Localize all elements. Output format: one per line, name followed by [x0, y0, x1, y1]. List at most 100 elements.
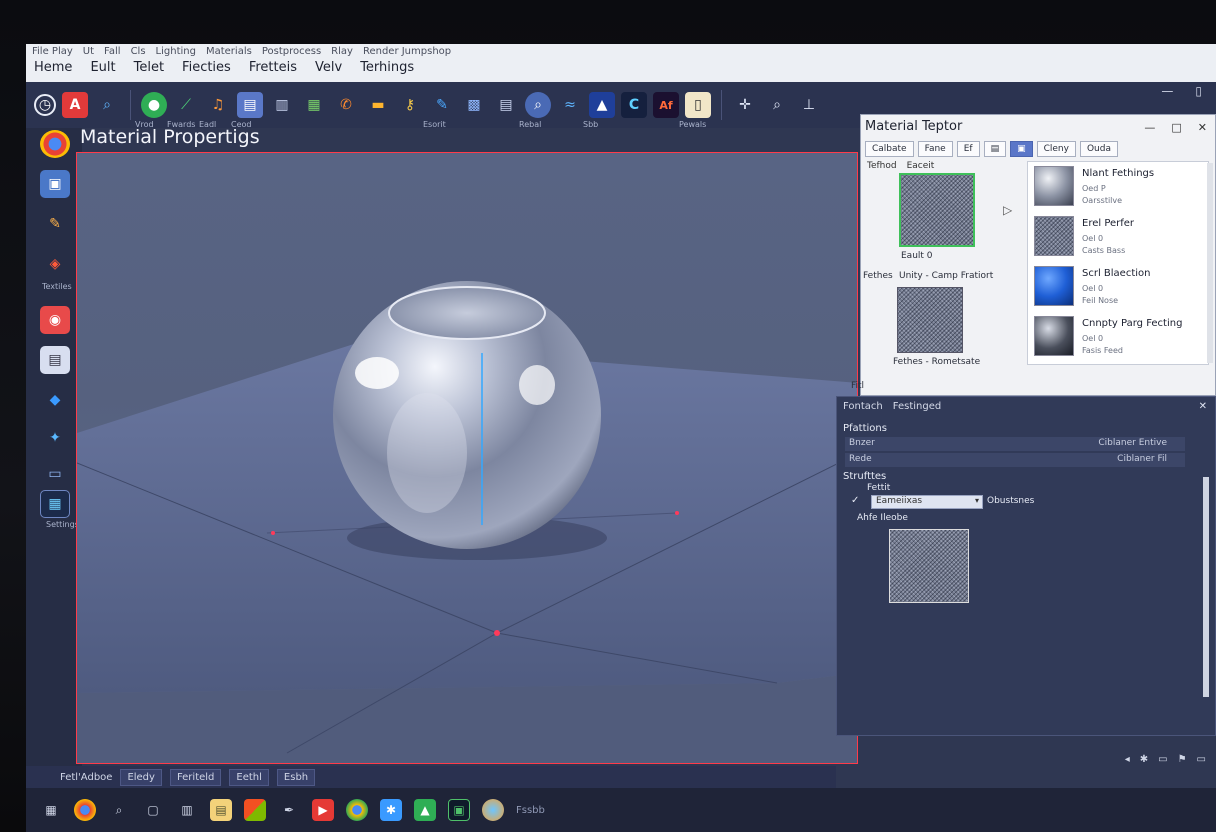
menu-item-view[interactable]: Velv [315, 60, 342, 75]
minimize-icon[interactable]: — [1144, 121, 1155, 134]
flag-icon[interactable]: ◆ [40, 386, 70, 414]
tools-icon[interactable]: ✦ [40, 424, 70, 452]
tray-icon[interactable]: ▭ [1158, 754, 1167, 765]
sphere-mode-button[interactable]: ▣ [1010, 141, 1033, 157]
3d-viewport[interactable] [76, 152, 858, 764]
monitor-icon[interactable]: ▣ [40, 170, 70, 198]
browser-icon[interactable] [40, 130, 70, 158]
clean-button[interactable]: Cleny [1036, 141, 1076, 157]
tab-edit[interactable]: Eaceit [907, 161, 935, 171]
close-icon[interactable]: ✕ [1199, 401, 1207, 412]
brush-icon[interactable]: ✎ Esorit [423, 92, 455, 129]
zoom-icon[interactable]: ⌕ Rebal [519, 92, 551, 129]
terrain-icon[interactable]: ▲ Sbb [583, 92, 615, 129]
material-list-scrollbar[interactable] [1207, 163, 1213, 363]
menu-item-select[interactable]: Telet [134, 60, 164, 75]
key-icon[interactable]: ⚷ [397, 92, 423, 118]
photos-app-icon[interactable]: ▲ [414, 799, 436, 821]
menu-top-item[interactable]: Fall [104, 46, 121, 57]
move-icon[interactable]: ✛ [732, 92, 758, 118]
effects-app-icon[interactable]: Af [653, 92, 679, 118]
calibrate-button[interactable]: Calbate [865, 141, 914, 157]
play-arrow-icon[interactable]: ▷ [1003, 203, 1012, 217]
menu-item-settings[interactable]: Terhings [360, 60, 414, 75]
menu-item-presets[interactable]: Fretteis [249, 60, 297, 75]
menu-top-item[interactable]: Ut [83, 46, 94, 57]
texture-preview[interactable] [889, 529, 969, 603]
list-item[interactable]: Erel Perfer Oel 0 Casts Bass [1034, 216, 1204, 262]
section-header[interactable]: Pfattions [843, 423, 887, 434]
maximize-icon[interactable]: □ [1171, 121, 1181, 134]
palette-icon[interactable]: ▦ [301, 92, 327, 118]
globe-app-icon[interactable] [482, 799, 504, 821]
fane-button[interactable]: Fane [917, 141, 953, 157]
list-item[interactable]: Nlant Fethings Oed P Oarsstilve [1034, 166, 1204, 212]
tray-icon[interactable]: ⚑ [1178, 754, 1187, 765]
notes-icon[interactable]: ▤ [40, 346, 70, 374]
texture-dropdown[interactable]: Eameiixas ▾ [871, 495, 983, 509]
tab-settings[interactable]: Festinged [893, 401, 941, 412]
phone-icon[interactable]: ✆ [333, 92, 359, 118]
list-item[interactable]: Cnnpty Parg Fecting Oel 0 Fasis Feed [1034, 316, 1204, 362]
tray-icon[interactable]: ▭ [1197, 754, 1206, 765]
c-app-icon[interactable]: C [621, 92, 647, 118]
camera-icon[interactable]: ◉ [40, 306, 70, 334]
tab-method[interactable]: Tefhod [867, 161, 897, 171]
close-icon[interactable]: ✕ [1198, 121, 1207, 134]
property-row[interactable]: Rede Ciblaner Fil [845, 453, 1185, 467]
status-tab[interactable]: Eethl [229, 768, 269, 786]
status-tab[interactable]: Eledy [120, 768, 162, 786]
file-icon[interactable]: ▥ [269, 92, 295, 118]
minimize-icon[interactable]: — [1161, 84, 1173, 98]
texture-section-header[interactable]: Ahfe Ileobe [857, 513, 908, 523]
menu-top-item[interactable]: Lighting [156, 46, 196, 57]
pen-app-icon[interactable]: ✒ [278, 799, 300, 821]
ef-button[interactable]: Ef [956, 141, 980, 157]
pencil-icon[interactable]: ✎ [40, 210, 70, 238]
select-tool-icon[interactable]: ● Vrod [135, 92, 167, 129]
document-icon[interactable]: ▤ Ceod [231, 92, 263, 129]
menu-top-item[interactable]: Materials [206, 46, 252, 57]
settings-app-icon[interactable]: ✱ [380, 799, 402, 821]
menu-top-item[interactable]: Cls [131, 46, 146, 57]
search-icon[interactable]: ⌕ [108, 799, 130, 821]
pin-icon[interactable]: ⊥ [796, 92, 822, 118]
chrome-icon[interactable] [346, 799, 368, 821]
grid-icon[interactable]: ▩ [461, 92, 487, 118]
tab-contact[interactable]: Fontach [843, 401, 883, 412]
menu-top-item[interactable]: Rlay [331, 46, 353, 57]
widgets-icon[interactable]: ▥ [176, 799, 198, 821]
search-icon[interactable]: ⌕ [94, 92, 120, 118]
paint-bucket-icon[interactable]: ◈ [40, 250, 70, 278]
section-header[interactable]: Strufttes [843, 471, 886, 482]
menu-item-home[interactable]: Heme [34, 60, 72, 75]
browser-icon[interactable] [74, 799, 96, 821]
checkbox-check-icon[interactable]: ✓ [851, 495, 859, 506]
status-tab[interactable]: Esbh [276, 768, 316, 786]
clock-icon[interactable]: ◷ [34, 94, 56, 116]
notes-app-icon[interactable]: ▤ [210, 799, 232, 821]
tray-icon[interactable]: ✱ [1140, 754, 1148, 765]
folder-icon[interactable]: ▬ [365, 92, 391, 118]
texture-map-thumbnail[interactable] [897, 287, 963, 353]
store-icon[interactable] [244, 799, 266, 821]
menu-top-item[interactable]: Postprocess [262, 46, 321, 57]
zoom-view-icon[interactable]: ⌕ [764, 92, 790, 118]
tray-icon[interactable]: ◂ [1125, 754, 1130, 765]
page-icon[interactable]: ▯ Pewals [679, 92, 711, 129]
status-tab[interactable]: Feriteld [169, 768, 222, 786]
start-icon[interactable]: ▦ [40, 799, 62, 821]
menu-item-effects[interactable]: Fiecties [182, 60, 231, 75]
settings-panel-icon[interactable]: ▦ [40, 490, 70, 518]
menu-top-item[interactable]: Render Jumpshop [363, 46, 451, 57]
waveform-icon[interactable]: ≈ [557, 92, 583, 118]
frame-icon[interactable]: ▭ [40, 460, 70, 488]
mode-button[interactable]: ▤ [983, 141, 1007, 157]
app-logo-icon[interactable]: A [62, 92, 88, 118]
terminal-app-icon[interactable]: ▣ [448, 799, 470, 821]
property-row[interactable]: Bnzer Ciblaner Entive [845, 437, 1185, 451]
menu-item-edit[interactable]: Eult [90, 60, 115, 75]
node-tool-icon[interactable]: ♫ Eadl [199, 92, 231, 129]
list-item[interactable]: Scrl Blaection Oel 0 Feil Nose [1034, 266, 1204, 312]
ouda-button[interactable]: Ouda [1079, 141, 1118, 157]
